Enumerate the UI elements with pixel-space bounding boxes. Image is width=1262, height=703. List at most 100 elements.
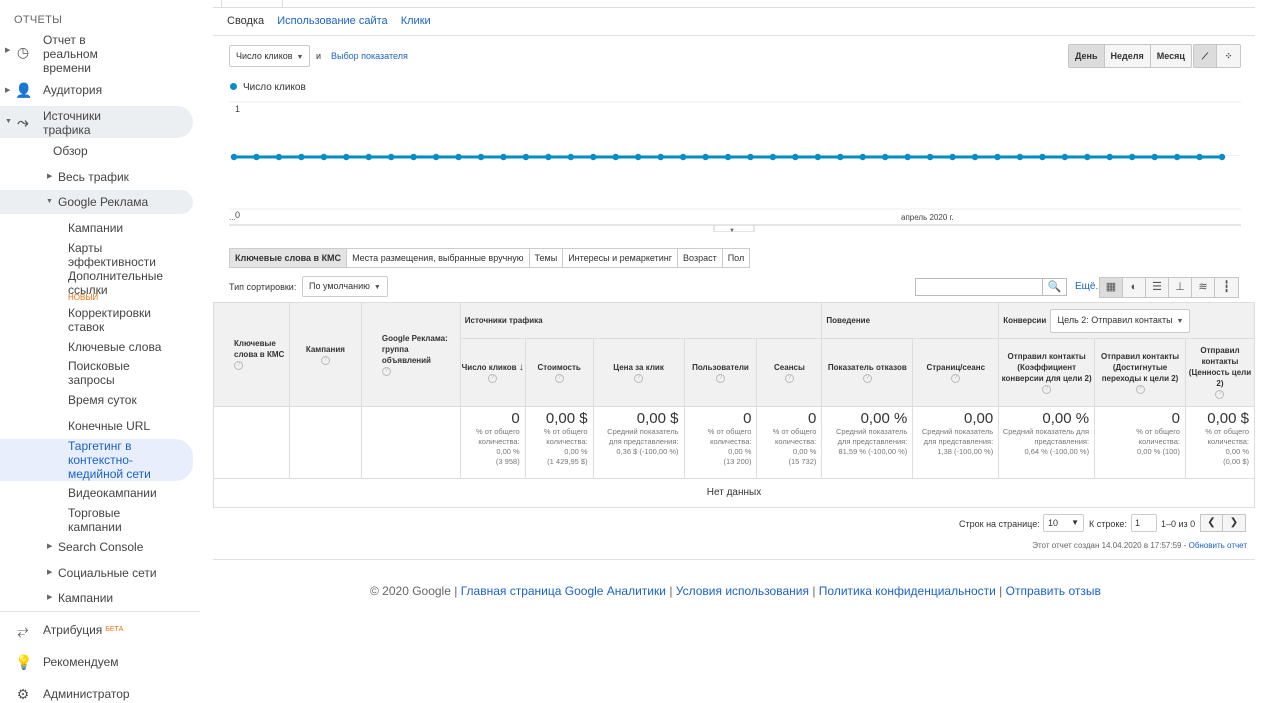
metric-col-header[interactable]: Показатель отказов ? — [821, 338, 914, 407]
caret-right-icon[interactable]: ▶ — [47, 568, 52, 576]
data-point[interactable] — [253, 153, 260, 161]
goto-row-input[interactable]: 1 — [1131, 514, 1157, 532]
footer-link-terms[interactable]: Условия использования — [676, 584, 809, 598]
data-point[interactable] — [657, 153, 664, 161]
data-point[interactable] — [590, 153, 597, 161]
data-point[interactable] — [702, 153, 709, 161]
metric-col-header[interactable]: Сеансы ? — [756, 338, 823, 407]
sidebar-item-acquisition[interactable]: Источники трафика — [43, 109, 133, 137]
data-point[interactable] — [410, 153, 417, 161]
metric-col-header[interactable]: Отправил контакты (Коэффициент конверсии… — [998, 338, 1096, 407]
data-point[interactable] — [387, 153, 395, 161]
data-point[interactable] — [1084, 153, 1091, 161]
footer-link-home[interactable]: Главная страница Google Аналитики — [461, 584, 666, 598]
data-point[interactable] — [926, 153, 934, 161]
help-icon[interactable]: ? — [951, 373, 961, 383]
term-cloud-icon[interactable]: ≋ — [1192, 278, 1215, 297]
data-point[interactable] — [634, 153, 642, 161]
data-point[interactable] — [1128, 153, 1136, 161]
refresh-report-link[interactable]: Обновить отчет — [1189, 541, 1247, 550]
help-icon[interactable]: ? — [784, 373, 794, 383]
table-search-input[interactable]: 🔍 — [915, 278, 1067, 296]
col-ad-group[interactable]: Google Реклама: группа объявлений? — [360, 302, 461, 407]
data-point[interactable] — [814, 153, 822, 161]
sidebar-item-campaigns-2[interactable]: Кампании — [58, 591, 113, 605]
data-point[interactable] — [1039, 153, 1046, 161]
data-point[interactable] — [343, 153, 350, 161]
data-point[interactable] — [1016, 153, 1024, 161]
help-icon[interactable]: ? — [634, 373, 644, 383]
week-button[interactable]: Неделя — [1105, 45, 1151, 67]
data-point[interactable] — [724, 153, 732, 161]
pie-view-icon[interactable]: ◐ — [1123, 278, 1146, 297]
data-point[interactable] — [522, 153, 530, 161]
sidebar-item-final-urls[interactable]: Конечные URL — [68, 419, 150, 433]
month-button[interactable]: Месяц — [1151, 45, 1191, 67]
data-point[interactable] — [1106, 153, 1113, 161]
sidebar-item-audience[interactable]: Аудитория — [43, 83, 102, 97]
data-point[interactable] — [792, 153, 799, 161]
data-point[interactable] — [1061, 153, 1069, 161]
sidebar-item-realtime[interactable]: Отчет в реальном времени — [43, 33, 123, 75]
metric-col-header[interactable]: Отправил контакты (Ценность цели 2) ? — [1184, 338, 1256, 407]
data-point[interactable] — [679, 153, 687, 161]
sort-select[interactable]: По умолчанию ▼ — [302, 276, 388, 297]
caret-right-icon[interactable]: ▶ — [5, 86, 10, 94]
tab-display-keywords[interactable]: Ключевые слова в КМС — [230, 249, 348, 267]
metric-col-header[interactable]: Стоимость ? — [524, 338, 594, 407]
sidebar-item-bid-adjustments[interactable]: Корректировки ставок — [68, 306, 163, 334]
data-point[interactable] — [500, 153, 507, 161]
sidebar-item-display-targeting[interactable]: Таргетинг в контекстно-медийной сети — [68, 439, 163, 481]
metric-col-header[interactable]: Число кликов ↓? — [459, 338, 526, 407]
data-point[interactable] — [275, 153, 283, 161]
sidebar-item-shopping-campaigns[interactable]: Торговые кампании — [68, 506, 148, 534]
data-point[interactable] — [747, 153, 754, 161]
help-icon[interactable]: ? — [1135, 384, 1145, 394]
line-chart-icon[interactable]: ⟋ — [1194, 45, 1217, 67]
sidebar-item-google-ads[interactable]: Google Реклама — [58, 195, 148, 209]
data-point[interactable] — [477, 153, 485, 161]
caret-right-icon[interactable]: ▶ — [5, 46, 10, 54]
day-button[interactable]: День — [1069, 45, 1105, 67]
top-tab[interactable] — [221, 0, 283, 8]
tab-clicks[interactable]: Клики — [401, 15, 431, 27]
data-point[interactable] — [230, 153, 238, 161]
tab-gender[interactable]: Пол — [723, 249, 750, 267]
chevron-down-icon[interactable]: ▼ — [729, 228, 735, 232]
data-point[interactable] — [904, 153, 911, 161]
choose-metric-link[interactable]: Выбор показателя — [331, 51, 408, 61]
sidebar-item-search-console[interactable]: Search Console — [58, 540, 143, 554]
caret-right-icon[interactable]: ▶ — [47, 593, 52, 601]
sidebar-item-hour-of-day[interactable]: Время суток — [68, 393, 137, 407]
caret-down-icon[interactable]: ▼ — [5, 118, 12, 125]
sidebar-item-social[interactable]: Социальные сети — [58, 566, 157, 580]
col-display-keywords[interactable]: Ключевые слова в КМС ? — [213, 302, 290, 407]
data-point[interactable] — [545, 153, 552, 161]
data-point[interactable] — [859, 153, 866, 161]
data-point[interactable] — [365, 153, 372, 161]
grid-view-icon[interactable]: ▦ — [1100, 278, 1123, 297]
rows-per-page-select[interactable]: 10 ▼ — [1043, 514, 1084, 532]
metric-col-header[interactable]: Пользователи ? — [683, 338, 758, 407]
help-icon[interactable]: ? — [554, 373, 564, 383]
help-icon[interactable]: ? — [1042, 384, 1052, 394]
data-point[interactable] — [1196, 153, 1203, 161]
tab-topics[interactable]: Темы — [530, 249, 564, 267]
help-icon[interactable]: ? — [1215, 390, 1225, 400]
help-icon[interactable]: ? — [715, 373, 725, 383]
sidebar-item-treemaps[interactable]: Карты эффективности — [68, 241, 163, 269]
metric-col-header[interactable]: Страниц/сеанс ? — [912, 338, 1000, 407]
caret-right-icon[interactable]: ▶ — [47, 172, 52, 180]
data-point[interactable] — [971, 153, 979, 161]
data-point[interactable] — [881, 153, 889, 161]
metric-col-header[interactable]: Отправил контакты (Достигнутые переходы … — [1094, 338, 1186, 407]
data-point[interactable] — [769, 153, 777, 161]
metric-select[interactable]: Число кликов ▼ — [229, 45, 311, 67]
caret-down-icon[interactable]: ▼ — [46, 198, 53, 205]
tab-site-usage[interactable]: Использование сайта — [277, 15, 387, 27]
data-point[interactable] — [612, 153, 619, 161]
data-point[interactable] — [455, 153, 462, 161]
footer-link-feedback[interactable]: Отправить отзыв — [1006, 584, 1101, 598]
tab-interests[interactable]: Интересы и ремаркетинг — [563, 249, 679, 267]
sidebar-item-overview[interactable]: Обзор — [53, 144, 88, 158]
